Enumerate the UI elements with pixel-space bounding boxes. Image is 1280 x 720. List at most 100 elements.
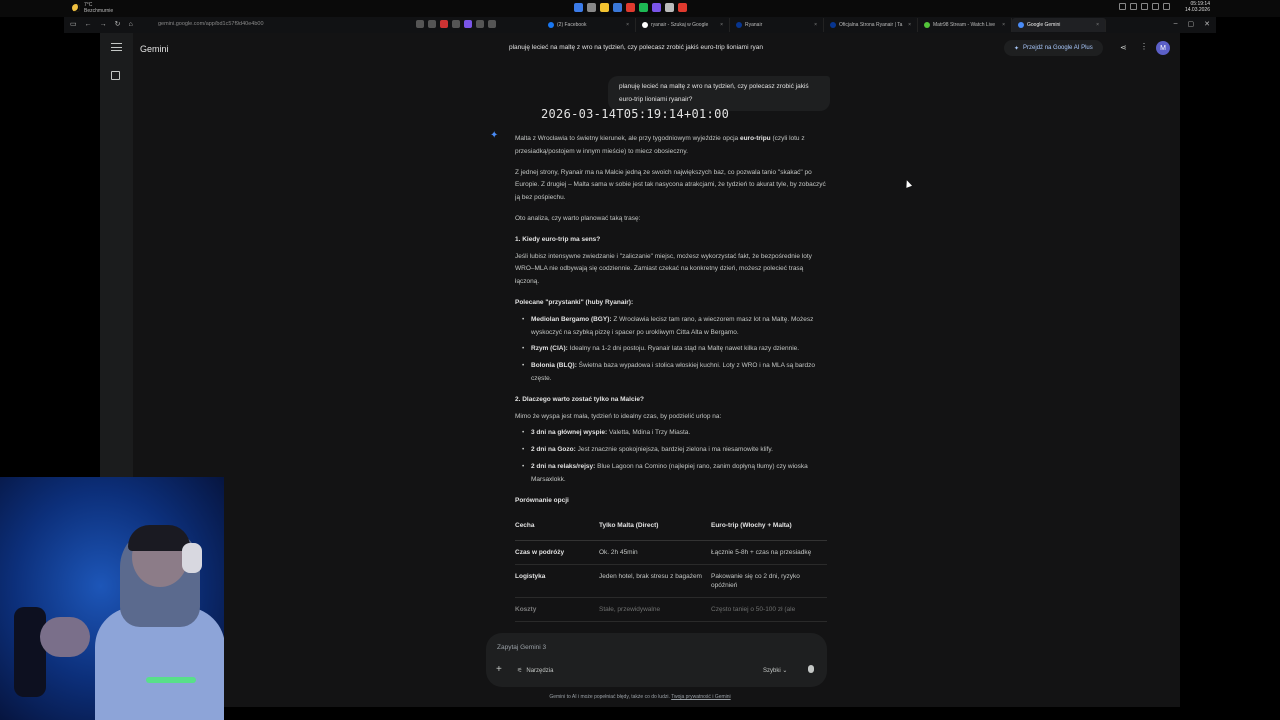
response-heading: Polecane "przystanki" (huby Ryanair):: [515, 298, 634, 306]
avatar[interactable]: M: [1156, 41, 1170, 55]
tab-label: Oficjalna Strona Ryanair | Ta: [839, 22, 903, 28]
tools-label: Narzędzia: [526, 667, 554, 674]
more-options-icon[interactable]: ⋮: [1140, 42, 1148, 51]
share-icon[interactable]: ⋖: [1120, 43, 1127, 52]
tab-ryanair[interactable]: Ryanair ×: [730, 18, 824, 32]
table-cell: Czas w podróży: [515, 540, 599, 566]
conversation-title: planuję lecieć na maltę z wro na tydzień…: [509, 44, 763, 51]
item-text: Jest znacznie spokojniejsza, bardziej zi…: [575, 446, 773, 454]
close-icon[interactable]: ×: [908, 22, 911, 28]
tab-google-search[interactable]: ryanair - Szukaj w Google ×: [636, 18, 730, 32]
upgrade-button[interactable]: ✦ Przejdź na Google AI Plus: [1004, 40, 1103, 56]
close-icon[interactable]: ×: [814, 22, 817, 28]
mic-icon[interactable]: [1130, 3, 1137, 10]
column-header: Euro-trip (Włochy + Malta): [711, 513, 827, 542]
list-item: Rzym (CIA): Idealny na 1-2 dni postoju. …: [515, 343, 827, 356]
item-title: Bolonia (BLQ):: [531, 362, 577, 370]
disclaimer: Gemini to AI i może popełniać błędy, tak…: [100, 694, 1180, 700]
start-icon[interactable]: [574, 3, 583, 12]
close-icon[interactable]: ×: [720, 22, 723, 28]
extension-icon[interactable]: [464, 20, 472, 28]
list-item: 3 dni na głównej wyspie: Valetta, Mdina …: [515, 427, 827, 440]
chevron-up-icon[interactable]: [1119, 3, 1126, 10]
tab-stream[interactable]: Matr98 Stream - Watch Live ×: [918, 18, 1012, 32]
table-cell: Koszty: [515, 597, 599, 623]
response-paragraph: Oto analiza, czy warto planować taką tra…: [515, 214, 641, 222]
forward-icon[interactable]: →: [100, 21, 107, 29]
column-header: Tylko Malta (Direct): [599, 513, 711, 542]
tab-ryanair-official[interactable]: Oficjalna Strona Ryanair | Ta ×: [824, 18, 918, 32]
table-cell: Stałe, przewidywalne: [599, 597, 711, 623]
discord-icon[interactable]: [652, 3, 661, 12]
plus-icon[interactable]: +: [496, 664, 502, 675]
extension-icon[interactable]: [416, 20, 424, 28]
weather-widget[interactable]: 7°C Bezchmurnie: [72, 2, 113, 14]
gemini-icon: [1018, 22, 1024, 28]
task-view-icon[interactable]: [587, 3, 596, 12]
mode-label: Szybki: [763, 668, 781, 674]
tab-label: (2) Facebook: [557, 22, 587, 28]
close-icon[interactable]: ×: [626, 22, 629, 28]
item-title: 2 dni na Gozo:: [531, 446, 576, 454]
extension-icon[interactable]: [440, 20, 448, 28]
tab-label: Google Gemini: [1027, 22, 1061, 28]
close-icon[interactable]: ×: [1002, 22, 1005, 28]
tab-gemini[interactable]: Google Gemini ×: [1012, 18, 1106, 32]
extension-icons: [416, 20, 496, 28]
home-icon[interactable]: ⌂: [129, 21, 133, 29]
spotify-icon[interactable]: [639, 3, 648, 12]
minimize-icon[interactable]: –: [1174, 20, 1178, 28]
menu-icon[interactable]: [111, 43, 122, 52]
table-cell: Często taniej o 50-100 zł (ale: [711, 597, 827, 623]
ryanair-icon: [736, 22, 742, 28]
extension-icon[interactable]: [428, 20, 436, 28]
sidebar-toggle-icon[interactable]: ▭: [70, 21, 77, 29]
clock-date: 14.03.2026: [1184, 7, 1210, 13]
edge-icon[interactable]: [613, 3, 622, 12]
chevron-down-icon: ⌄: [782, 668, 788, 674]
volume-icon[interactable]: [1152, 3, 1159, 10]
list-item: 2 dni na Gozo: Jest znacznie spokojniejs…: [515, 444, 827, 457]
tab-facebook[interactable]: (2) Facebook ×: [542, 18, 636, 32]
mic-icon[interactable]: [808, 665, 814, 673]
extension-icon[interactable]: [452, 20, 460, 28]
gemini-app: Gemini planuję lecieć na maltę z wro na …: [100, 33, 1180, 707]
folder-icon[interactable]: [600, 3, 609, 12]
user-message: planuję lecieć na maltę z wro na tydzień…: [608, 76, 830, 111]
webcam-hair: [128, 525, 190, 551]
extension-icon[interactable]: [476, 20, 484, 28]
tools-button[interactable]: ⚟ Narzędzia: [517, 667, 554, 675]
reload-icon[interactable]: ↻: [115, 21, 121, 29]
address-bar[interactable]: gemini.google.com/app/bd1c57f9d40e4b00: [158, 21, 264, 27]
clock[interactable]: 05:19:14 14.03.2026: [1180, 1, 1210, 13]
response-paragraph: Z jednej strony, Ryanair ma na Malcie je…: [515, 168, 826, 202]
new-chat-icon[interactable]: [111, 71, 120, 80]
back-icon[interactable]: ←: [85, 21, 92, 29]
google-icon: [642, 22, 648, 28]
privacy-link[interactable]: Twoja prywatność i Gemini: [671, 694, 730, 700]
maximize-icon[interactable]: ▢: [1188, 20, 1195, 28]
table-cell: Pakowanie się co 2 dni, ryzyko opóźnień: [711, 564, 827, 599]
os-taskbar: 7°C Bezchmurnie 05:19:14 14.03.2026: [0, 0, 1280, 17]
app-title: Gemini: [140, 44, 169, 54]
facebook-icon: [548, 22, 554, 28]
close-window-icon[interactable]: ✕: [1204, 20, 1210, 28]
app-icon[interactable]: [665, 3, 674, 12]
menu-icon[interactable]: [488, 20, 496, 28]
close-icon[interactable]: ×: [1096, 22, 1099, 28]
opera-icon[interactable]: [626, 3, 635, 12]
prompt-input-box[interactable]: Zapytaj Gemini 3 + ⚟ Narzędzia Szybki ⌄: [486, 633, 827, 687]
disclaimer-text: Gemini to AI i może popełniać błędy, tak…: [549, 694, 670, 700]
response-heading: 1. Kiedy euro-trip ma sens?: [515, 235, 601, 243]
table-header-row: Cecha Tylko Malta (Direct) Euro-trip (Wł…: [515, 513, 827, 542]
battery-icon[interactable]: [1163, 3, 1170, 10]
browser-toolbar: ▭ ← → ↻ ⌂ gemini.google.com/app/bd1c57f9…: [64, 17, 1216, 33]
response-paragraph: Malta z Wrocławia to świetny kierunek, a…: [515, 133, 827, 159]
prompt-input[interactable]: Zapytaj Gemini 3: [497, 644, 546, 651]
record-icon[interactable]: [678, 3, 687, 12]
plan-list: 3 dni na głównej wyspie: Valetta, Mdina …: [515, 427, 827, 486]
network-icon[interactable]: [1141, 3, 1148, 10]
system-tray: [1119, 3, 1170, 10]
model-mode-select[interactable]: Szybki ⌄: [763, 667, 787, 674]
item-title: Rzym (CIA):: [531, 345, 568, 353]
